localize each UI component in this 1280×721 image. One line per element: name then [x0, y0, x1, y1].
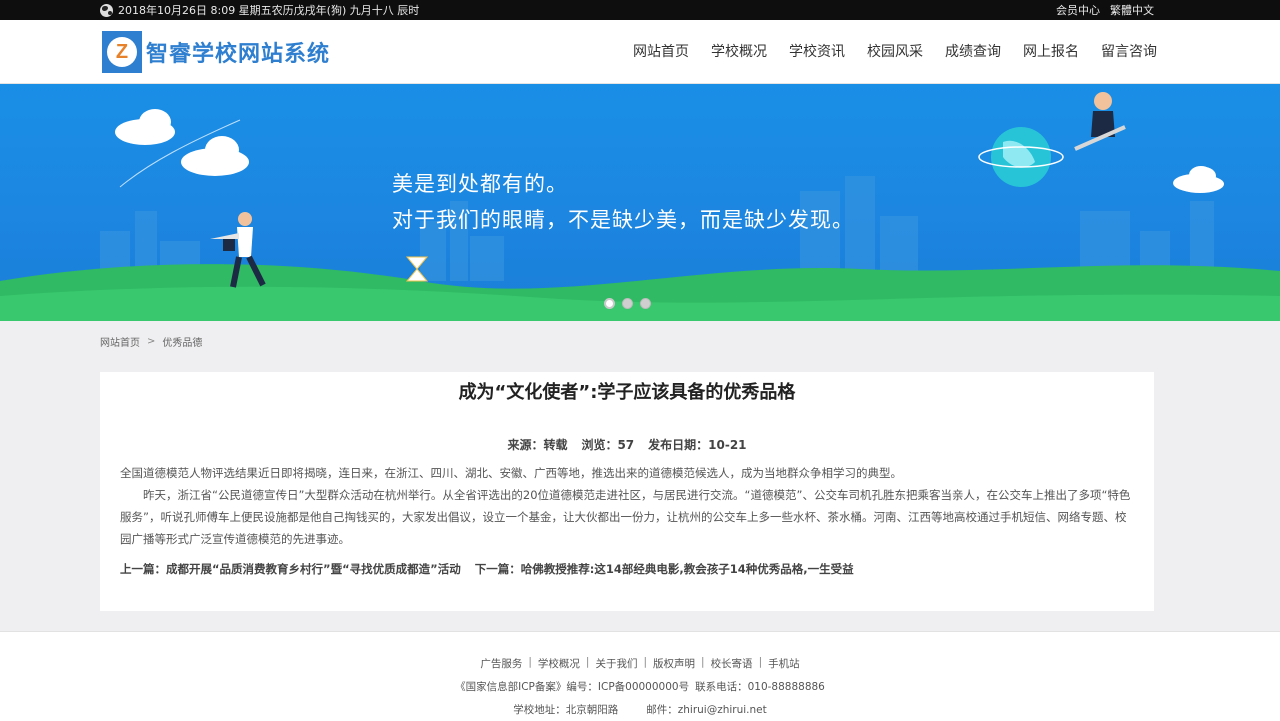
top-bar: 2018年10月26日 8:09 星期五农历戊戌年(狗) 九月十八 辰时 会员中…: [0, 0, 1280, 20]
site-logo[interactable]: Z 智睿学校网站系统: [102, 31, 330, 73]
nav-about[interactable]: 学校概况: [700, 20, 778, 84]
article-panel: 成为“文化使者”:学子应该具备的优秀品格 来源：转载 浏览：57 发布日期：10…: [100, 372, 1154, 611]
traditional-chinese-link[interactable]: 繁體中文: [1110, 2, 1154, 18]
article-body: 全国道德模范人物评选结果近日即将揭晓，连日来，在浙江、四川、湖北、安徽、广西等地…: [120, 462, 1134, 550]
breadcrumb-home[interactable]: 网站首页: [100, 334, 140, 349]
main-nav: 网站首页 学校概况 学校资讯 校园风采 成绩查询 网上报名 留言咨询: [622, 20, 1168, 84]
green-hills-illustration: [0, 264, 1280, 321]
footer-links: 广告服务 | 学校概况 | 关于我们 | 版权声明 | 校长寄语 | 手机站: [0, 656, 1280, 671]
running-man-illustration: [210, 212, 266, 288]
article-paragraph-2: 昨天，浙江省“公民道德宣传日”大型群众活动在杭州举行。从全省评选出的20位道德模…: [120, 488, 1131, 546]
globe-icon: [100, 3, 113, 17]
cloud-right-illustration: [1176, 167, 1224, 193]
nav-home[interactable]: 网站首页: [622, 20, 700, 84]
footer-icp-line: 《国家信息部ICP备案》编号：ICP备00000000号 联系电话：010-88…: [0, 679, 1280, 694]
article-pagination: 上一篇：成都开展“品质消费教育乡村行”暨“寻找优质成都造”活动 下一篇：哈佛教授…: [120, 561, 1134, 577]
banner-slogan: 美是到处都有的。 对于我们的眼睛，不是缺少美，而是缺少发现。: [392, 166, 854, 238]
member-center-link[interactable]: 会员中心: [1056, 2, 1100, 18]
article-meta: 来源：转载 浏览：57 发布日期：10-21: [120, 436, 1134, 453]
footer-address-line: 学校地址：北京朝阳路 邮件：zhirui@zhirui.net: [0, 702, 1280, 717]
slide-dot-3[interactable]: [640, 298, 651, 309]
breadcrumb-separator: >: [147, 335, 156, 347]
logo-text: 智睿学校网站系统: [146, 42, 331, 67]
slogan-line-1: 美是到处都有的。: [392, 172, 568, 196]
nav-scores[interactable]: 成绩查询: [934, 20, 1012, 84]
breadcrumb: 网站首页 > 优秀品德: [100, 321, 1180, 357]
slide-dot-1[interactable]: [604, 298, 615, 309]
article-date: 发布日期：10-21: [648, 438, 747, 452]
footer-link-about-us[interactable]: 关于我们: [589, 656, 643, 671]
hero-banner[interactable]: 美是到处都有的。 对于我们的眼睛，不是缺少美，而是缺少发现。: [0, 84, 1280, 321]
nav-campus[interactable]: 校园风采: [856, 20, 934, 84]
date-text: 2018年10月26日 8:09 星期五农历戊戌年(狗) 九月十八 辰时: [118, 4, 420, 17]
nav-signup[interactable]: 网上报名: [1012, 20, 1090, 84]
prev-article-link[interactable]: 上一篇：成都开展“品质消费教育乡村行”暨“寻找优质成都造”活动: [120, 561, 461, 577]
site-header: Z 智睿学校网站系统 网站首页 学校概况 学校资讯 校园风采 成绩查询 网上报名…: [0, 20, 1280, 84]
article-paragraph-1: 全国道德模范人物评选结果近日即将揭晓，连日来，在浙江、四川、湖北、安徽、广西等地…: [120, 466, 902, 480]
footer-link-principal[interactable]: 校长寄语: [705, 656, 759, 671]
contact-email: 邮件：zhirui@zhirui.net: [646, 704, 767, 716]
logo-icon: Z: [102, 31, 142, 73]
site-footer: 广告服务 | 学校概况 | 关于我们 | 版权声明 | 校长寄语 | 手机站 《…: [0, 631, 1280, 721]
nav-news[interactable]: 学校资讯: [778, 20, 856, 84]
article-title: 成为“文化使者”:学子应该具备的优秀品格: [458, 382, 796, 403]
contact-phone: 联系电话：010-88888886: [695, 681, 825, 693]
breadcrumb-current[interactable]: 优秀品德: [162, 334, 202, 349]
slide-dot-2[interactable]: [622, 298, 633, 309]
footer-link-mobile[interactable]: 手机站: [762, 656, 806, 671]
article-views: 浏览：57: [581, 438, 635, 452]
icp-record[interactable]: 《国家信息部ICP备案》编号：ICP备00000000号: [455, 679, 689, 694]
slogan-line-2: 对于我们的眼睛，不是缺少美，而是缺少发现。: [392, 208, 854, 232]
next-article-link[interactable]: 下一篇：哈佛教授推荐:这14部经典电影,教会孩子14种优秀品格,一生受益: [475, 561, 854, 577]
hourglass-icon: [405, 256, 429, 282]
slide-indicators: [604, 298, 651, 309]
footer-link-copyright[interactable]: 版权声明: [647, 656, 701, 671]
clouds-left-illustration: [115, 109, 249, 188]
footer-link-about-school[interactable]: 学校概况: [532, 656, 586, 671]
nav-messages[interactable]: 留言咨询: [1090, 20, 1168, 84]
article-source: 来源：转载: [507, 438, 568, 452]
footer-link-ads[interactable]: 广告服务: [474, 656, 528, 671]
school-address: 学校地址：北京朝阳路: [513, 704, 619, 716]
